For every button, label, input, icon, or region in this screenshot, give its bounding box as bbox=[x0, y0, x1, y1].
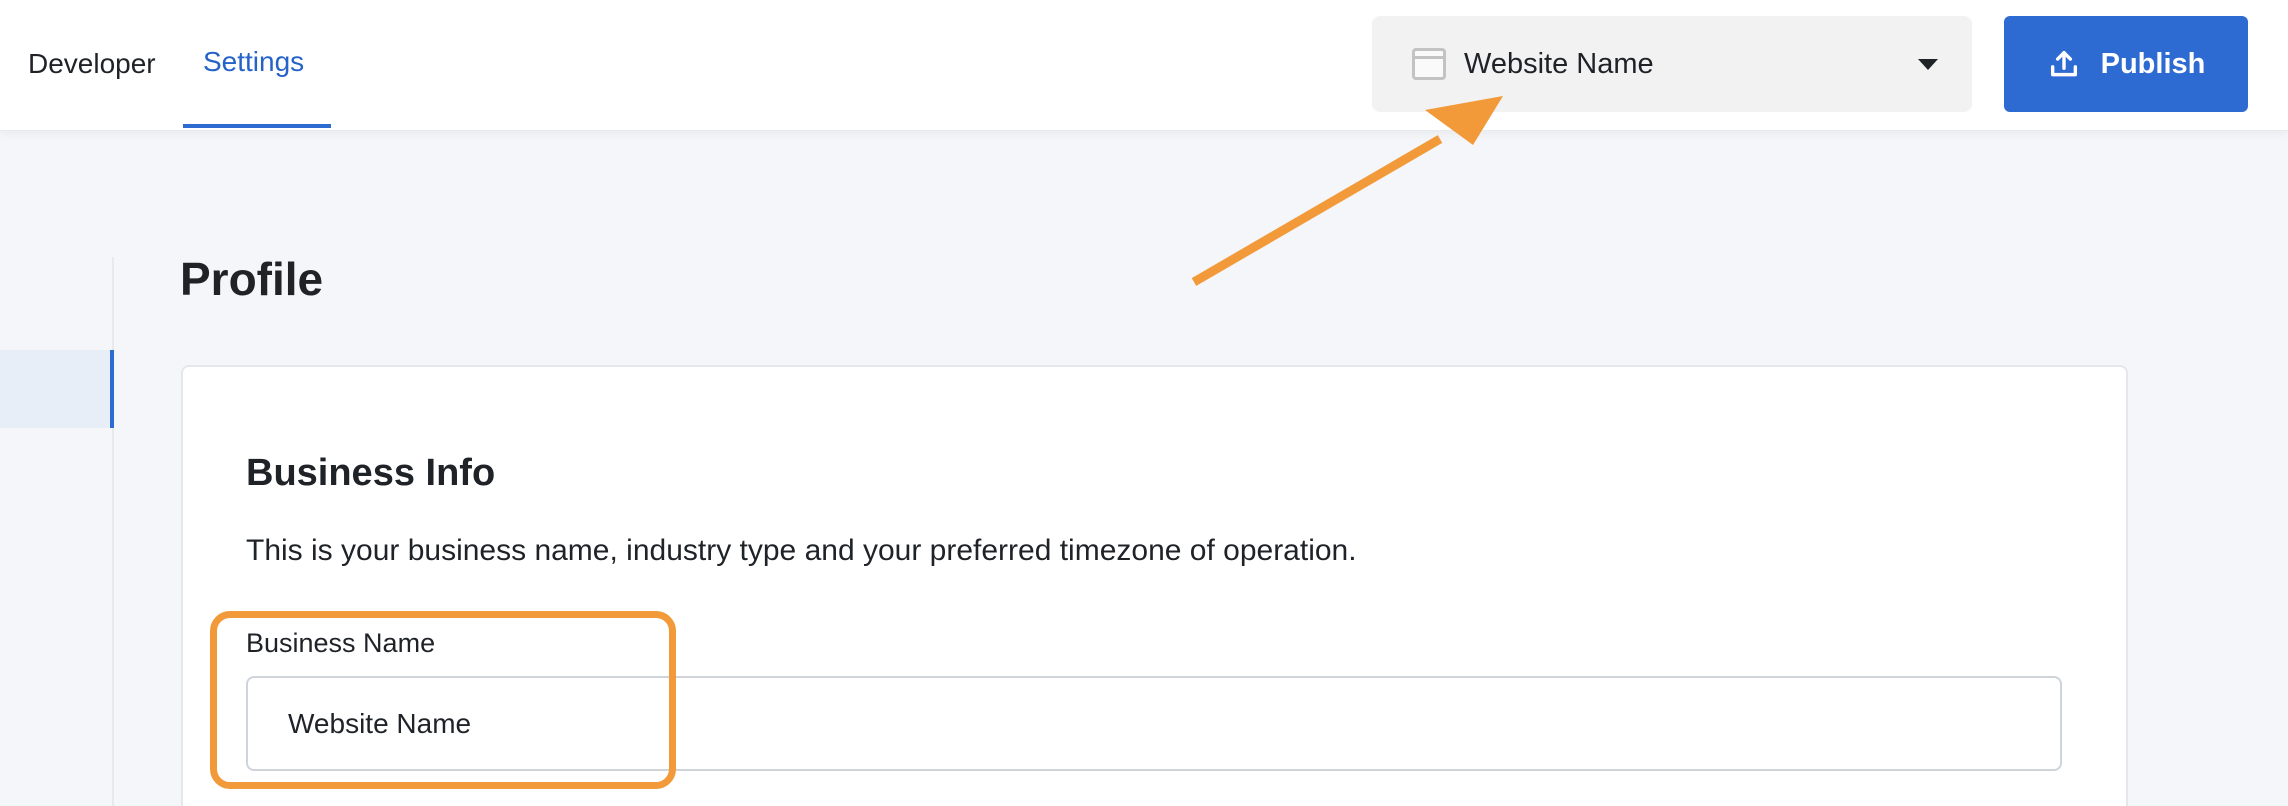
page-title: Profile bbox=[180, 253, 324, 305]
publish-button-label: Publish bbox=[2100, 47, 2206, 80]
business-name-label: Business Name bbox=[246, 628, 436, 658]
website-selector-label: Website Name bbox=[1464, 47, 1654, 80]
caret-down-icon bbox=[1918, 59, 1938, 70]
publish-button[interactable]: Publish bbox=[2004, 16, 2248, 112]
sidebar-divider bbox=[112, 257, 114, 806]
upload-icon bbox=[2050, 50, 2077, 77]
business-name-input[interactable] bbox=[246, 676, 2062, 771]
sidebar-item-active[interactable] bbox=[0, 350, 114, 428]
website-selector-dropdown[interactable]: Website Name bbox=[1372, 16, 1972, 112]
tab-settings[interactable]: Settings bbox=[183, 0, 331, 128]
section-description: This is your business name, industry typ… bbox=[246, 534, 1357, 567]
tab-developer[interactable]: Developer bbox=[28, 0, 156, 128]
app-window: Developer Settings Website Name Publish … bbox=[0, 0, 2288, 806]
browser-window-icon bbox=[1412, 48, 1446, 80]
top-navigation-bar: Developer Settings Website Name Publish bbox=[0, 0, 2288, 131]
section-title: Business Info bbox=[246, 452, 496, 494]
